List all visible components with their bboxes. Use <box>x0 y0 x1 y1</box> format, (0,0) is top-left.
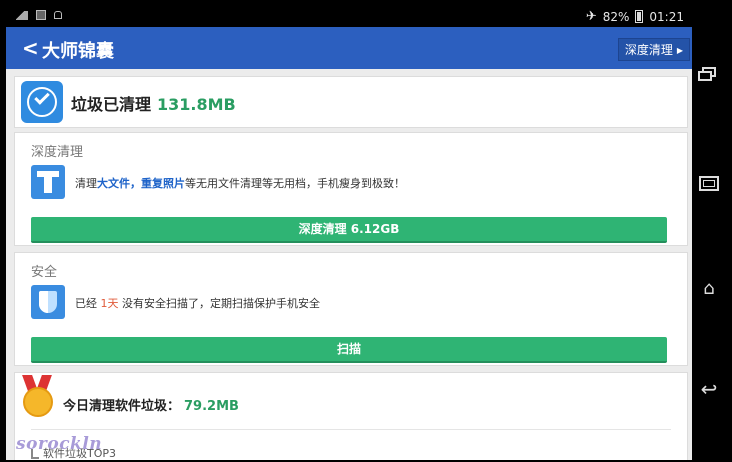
security-description: 已经 1天 没有安全扫描了，定期扫描保护手机安全 <box>75 295 320 311</box>
desc-separator: ， <box>130 177 141 190</box>
days-since-scan: 1天 <box>100 297 119 310</box>
cleaned-summary: 垃圾已清理 131.8MB <box>71 91 236 115</box>
battery-percent: 82% <box>602 9 630 24</box>
large-files-link[interactable]: 大文件 <box>97 177 130 190</box>
title-bar: < 大师锦囊 深度清理 ▶ <box>6 27 692 69</box>
home-icon[interactable]: ⌂ <box>696 276 722 302</box>
today-clean-card: 今日清理软件垃圾： 79.2MB 软件垃圾TOP3 <box>14 372 688 460</box>
deep-clean-header-label: 深度清理 <box>624 43 673 57</box>
desc-suffix: 等无用文件清理等无用档，手机瘦身到极致！ <box>185 177 405 190</box>
today-summary: 今日清理软件垃圾： 79.2MB <box>63 395 239 414</box>
back-icon[interactable]: ↩ <box>696 376 722 402</box>
security-section-title: 安全 <box>31 265 58 280</box>
security-desc-prefix: 已经 <box>75 297 97 310</box>
screenshot-icon[interactable] <box>696 171 722 197</box>
notification-icon <box>16 10 28 20</box>
page-title: 大师锦囊 <box>42 41 114 62</box>
battery-icon <box>635 10 644 23</box>
watermark: sorockln <box>16 434 103 454</box>
desc-prefix: 清理 <box>75 177 97 190</box>
scan-button[interactable]: 扫描 <box>31 337 667 363</box>
security-desc-suffix: 没有安全扫描了，定期扫描保护手机安全 <box>122 297 320 310</box>
app-screen: ✈ 82% 01:21 < 大师锦囊 深度清理 ▶ 垃圾已清理 131.8MB 深度… <box>6 6 692 460</box>
cleaned-label: 垃圾已清理 <box>71 95 152 114</box>
deep-clean-section-title: 深度清理 <box>31 145 84 160</box>
cleaned-summary-card: 垃圾已清理 131.8MB <box>14 76 688 128</box>
airplane-icon: ✈ <box>585 9 597 24</box>
deep-clean-header-button[interactable]: 深度清理 ▶ <box>617 38 690 61</box>
check-circle-icon <box>21 81 63 123</box>
today-amount: 79.2MB <box>184 399 239 414</box>
duplicate-photos-link[interactable]: 重复照片 <box>141 177 185 190</box>
status-bar: ✈ 82% 01:21 <box>6 6 692 27</box>
divider <box>31 429 671 430</box>
image-icon <box>36 10 46 20</box>
today-label: 今日清理软件垃圾： <box>63 399 181 414</box>
cleaned-amount: 131.8MB <box>157 95 236 114</box>
deep-clean-button[interactable]: 深度清理 6.12GB <box>31 217 667 243</box>
chevron-left-icon[interactable]: < <box>22 36 39 60</box>
lock-icon <box>54 11 62 19</box>
clock: 01:21 <box>649 9 684 24</box>
navigation-bar: ⌂ ↩ <box>692 6 728 460</box>
broom-icon <box>31 165 65 199</box>
shield-icon <box>31 285 65 319</box>
deep-clean-card: 深度清理 清理大文件，重复照片等无用文件清理等无用档，手机瘦身到极致！ 深度清理… <box>14 132 688 246</box>
recent-apps-icon[interactable] <box>696 62 722 88</box>
medal-icon <box>21 375 55 421</box>
deep-clean-description: 清理大文件，重复照片等无用文件清理等无用档，手机瘦身到极致！ <box>75 175 405 191</box>
triangle-right-icon: ▶ <box>676 46 683 55</box>
security-card: 安全 已经 1天 没有安全扫描了，定期扫描保护手机安全 扫描 <box>14 252 688 366</box>
